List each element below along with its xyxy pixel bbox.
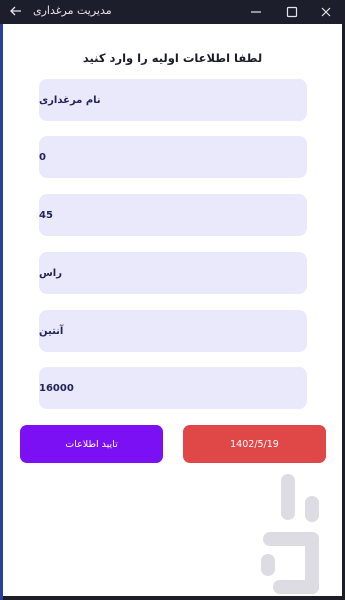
confirm-button[interactable]: تایید اطلاعات xyxy=(20,425,163,463)
farm-name-field[interactable]: نام مرغداری xyxy=(39,79,307,121)
form-page: لطفا اطلاعات اولیه را وارد کنید نام مرغد… xyxy=(3,24,342,596)
strain-field[interactable]: آنتین xyxy=(39,310,307,352)
bazaar-logo-watermark xyxy=(261,474,319,594)
date-button[interactable]: 1402/5/19 xyxy=(183,425,326,463)
close-icon[interactable] xyxy=(318,4,334,20)
arrow-left-icon[interactable] xyxy=(8,3,24,19)
breed-field[interactable]: راس xyxy=(39,252,307,294)
window-titlebar: مدیریت مرغداری xyxy=(0,0,345,24)
window-title: مدیریت مرغداری xyxy=(33,4,112,17)
maximize-icon[interactable] xyxy=(284,4,300,20)
minimize-icon[interactable] xyxy=(248,4,264,20)
count-field[interactable]: 16000 xyxy=(39,367,307,409)
value-field-2[interactable]: 45 xyxy=(39,194,307,236)
value-field-1[interactable]: 0 xyxy=(39,136,307,178)
form-heading: لطفا اطلاعات اولیه را وارد کنید xyxy=(82,51,263,65)
